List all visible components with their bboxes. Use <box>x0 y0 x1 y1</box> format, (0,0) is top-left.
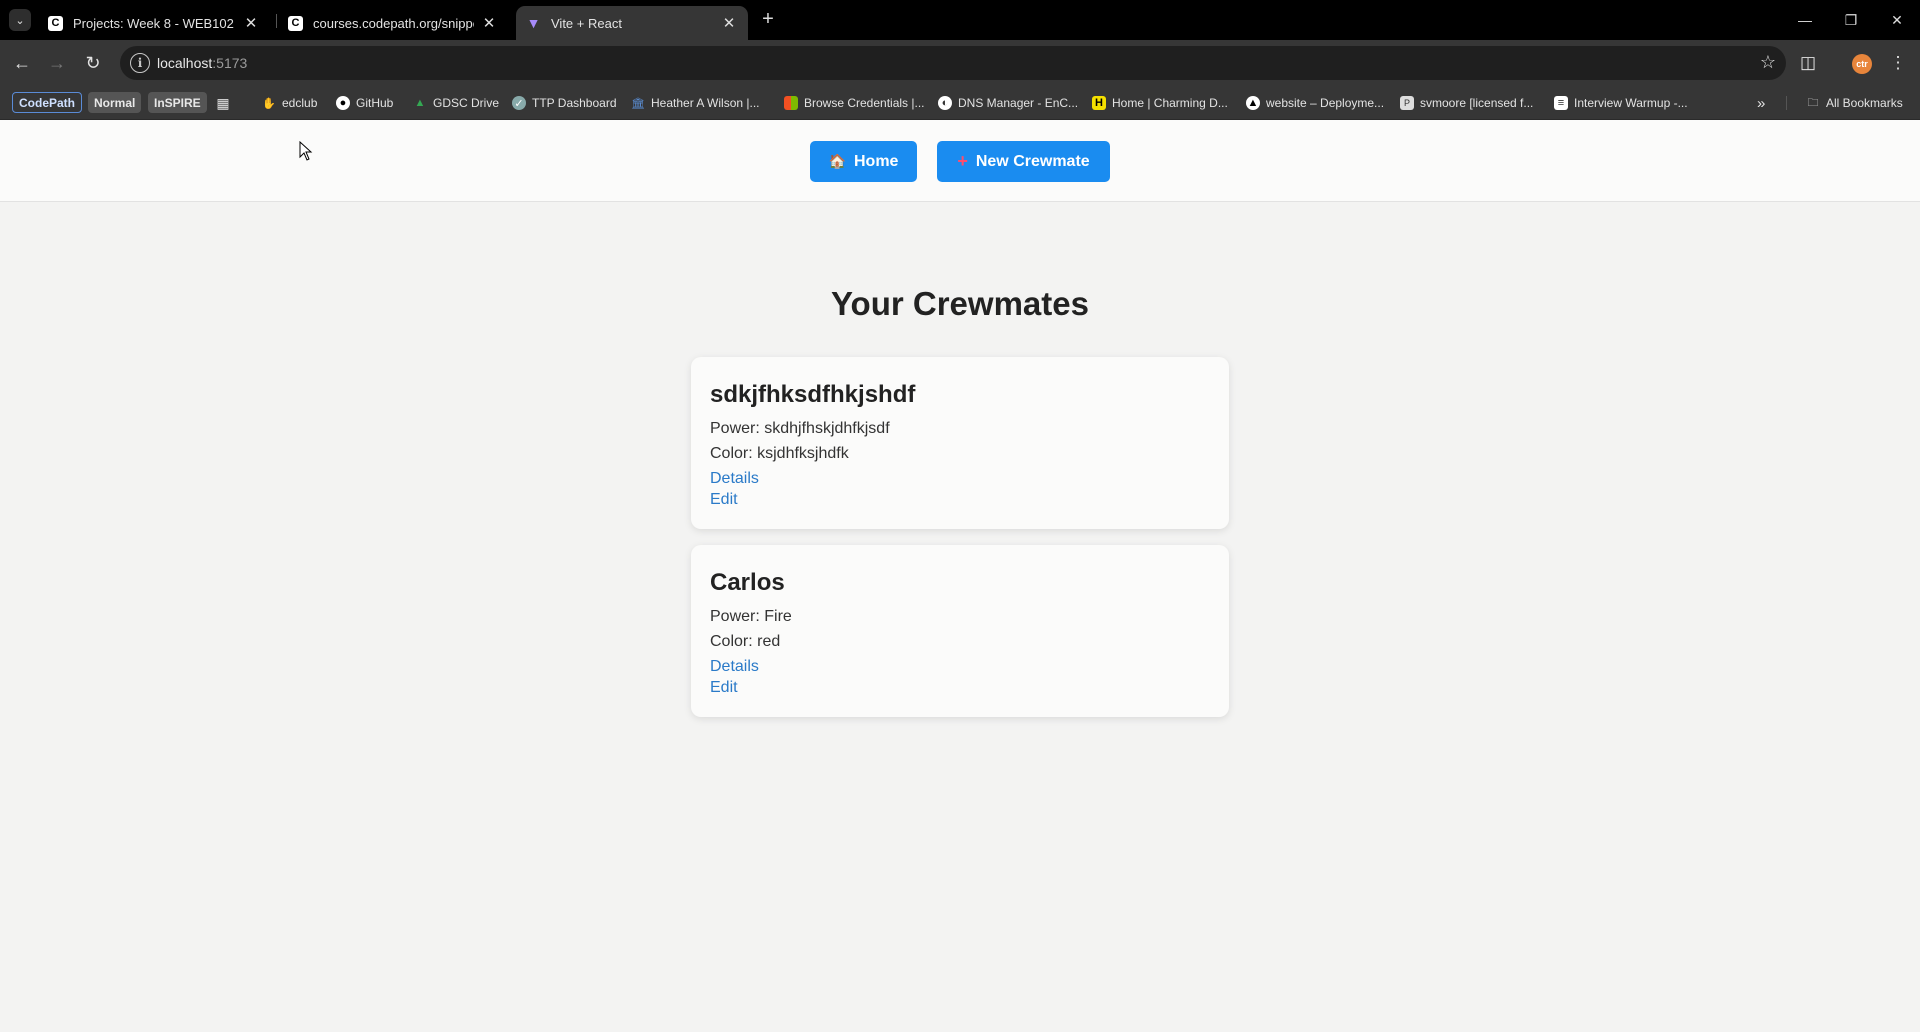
extensions-icon[interactable]: ◫ <box>1794 49 1822 77</box>
codepath-favicon-icon: C <box>48 15 63 31</box>
page-title: Your Crewmates <box>831 285 1089 322</box>
bookmark-label: svmoore [licensed f... <box>1420 96 1534 110</box>
new-crewmate-button[interactable]: + New Crewmate <box>937 141 1110 182</box>
address-bar[interactable]: i localhost:5173 ☆ <box>120 46 1786 80</box>
crewmate-name: sdkjfhksdfhkjshdf <box>710 381 916 408</box>
house-icon: 🏠 <box>828 153 846 169</box>
bookmark-gdsc-drive[interactable]: ▲ GDSC Drive <box>413 92 499 114</box>
bookmark-edclub[interactable]: ✋ edclub <box>262 92 317 114</box>
mouse-cursor-icon <box>299 141 313 161</box>
details-link[interactable]: Details <box>710 658 759 676</box>
details-link[interactable]: Details <box>710 470 759 488</box>
back-arrow-icon[interactable]: ← <box>8 49 36 77</box>
bookmark-star-icon[interactable]: ☆ <box>1760 52 1776 73</box>
plus-icon: + <box>957 151 968 171</box>
bookmark-divider <box>1786 96 1787 110</box>
site-info-icon[interactable]: i <box>130 53 150 73</box>
crewmate-color: Color: red <box>710 633 781 650</box>
bookmark-label: website – Deployme... <box>1266 96 1385 110</box>
bookmark-label: Home | Charming D... <box>1112 96 1228 110</box>
charming-icon: H <box>1092 96 1106 110</box>
app-navbar: 🏠 Home + New Crewmate <box>0 120 1920 202</box>
bookmark-label: GDSC Drive <box>433 96 500 110</box>
close-icon[interactable]: ✕ <box>242 14 260 32</box>
folder-icon: 🗀 <box>1807 96 1819 109</box>
microsoft-icon <box>784 96 798 110</box>
bookmark-all-bookmarks[interactable]: 🗀 All Bookmarks <box>1806 92 1903 114</box>
bookmark-label: Browse Credentials |... <box>804 96 925 110</box>
url-host: localhost <box>157 55 213 71</box>
vite-favicon-icon: ▼ <box>526 15 541 31</box>
bookmark-browse-credentials[interactable]: Browse Credentials |... <box>784 92 925 114</box>
bookmark-label: DNS Manager - EnC... <box>958 96 1079 110</box>
pdf-icon: P <box>1400 96 1414 110</box>
bookmark-codepath[interactable]: CodePath <box>12 92 83 113</box>
new-tab-icon[interactable]: + <box>757 8 779 30</box>
tab-vite-react[interactable]: ▼ Vite + React ✕ <box>516 6 748 40</box>
hand-icon: ✋ <box>262 97 276 110</box>
tab-search-icon[interactable]: ⌄ <box>9 9 31 31</box>
tab-title: Vite + React <box>551 15 622 31</box>
window-close-icon[interactable]: ✕ <box>1874 0 1920 40</box>
bookmark-svmoore[interactable]: Psvmoore [licensed f... <box>1400 92 1533 114</box>
new-crewmate-button-label: New Crewmate <box>975 152 1090 170</box>
bookmark-label: Interview Warmup -... <box>1574 96 1688 110</box>
crewmate-power: Power: Fire <box>710 608 792 625</box>
forward-arrow-icon[interactable]: → <box>43 49 71 77</box>
tab-projects-week8[interactable]: C Projects: Week 8 - WEB102 | Int ✕ <box>38 6 270 40</box>
url-port: :5173 <box>212 55 248 71</box>
warmup-icon: ≡ <box>1554 96 1568 110</box>
tab-codepath-snippets[interactable]: C courses.codepath.org/snippets/ ✕ <box>278 6 508 40</box>
tab-divider <box>276 14 277 28</box>
crewmate-card: Carlos Power: Fire Color: red Details Ed… <box>691 545 1229 717</box>
bookmark-website-deployment[interactable]: ▲ website – Deployme... <box>1246 92 1384 114</box>
bookmarks-bar: CodePath Normal InSPIRE ▦ ✋ edclub ● GitHu… <box>0 86 1920 196</box>
tab-strip: ⌄ C Projects: Week 8 - WEB102 | Int ✕ C … <box>0 0 1920 40</box>
bookmark-label: TTP Dashboard <box>532 96 617 110</box>
menu-kebab-icon[interactable]: ⋮ <box>1884 49 1912 77</box>
bookmark-label: GitHub <box>356 96 394 110</box>
bookmark-label: All Bookmarks <box>1826 96 1903 110</box>
edit-link[interactable]: Edit <box>710 491 738 509</box>
github-icon: ● <box>336 96 350 110</box>
profile-avatar[interactable]: ctr <box>1852 54 1872 74</box>
close-icon[interactable]: ✕ <box>720 14 738 32</box>
vercel-icon: ▲ <box>1246 96 1260 110</box>
bookmark-heather-wilson[interactable]: 🏛 Heather A Wilson |... <box>631 92 760 114</box>
reload-icon[interactable]: ↻ <box>79 49 107 77</box>
home-button-label: Home <box>853 152 899 170</box>
bookmark-label: Heather A Wilson |... <box>651 96 760 110</box>
bookmark-label: edclub <box>282 96 318 110</box>
ttp-icon: ✓ <box>512 96 526 110</box>
codepath-favicon-icon: C <box>288 15 303 31</box>
more-bookmarks-icon[interactable]: » <box>1757 92 1765 114</box>
bookmark-interview-warmup[interactable]: ≡ Interview Warmup -... <box>1554 92 1688 114</box>
home-button[interactable]: 🏠 Home <box>810 141 917 182</box>
tab-title: Projects: Week 8 - WEB102 | Int <box>73 15 236 31</box>
drive-icon: ▲ <box>414 97 426 109</box>
restore-icon[interactable]: ❐ <box>1828 0 1874 40</box>
bookmark-charming-d[interactable]: H Home | Charming D... <box>1092 92 1228 114</box>
address-url[interactable]: localhost:5173 <box>157 55 247 71</box>
browser-toolbar: ← → ↻ i localhost:5173 ☆ ◫ ctr ⋮ <box>0 40 1920 86</box>
crewmate-card: sdkjfhksdfhkjshdf Power: skdhjfhskjdhfkj… <box>691 357 1229 529</box>
apps-grid-icon[interactable]: ▦ <box>216 92 236 114</box>
crewmate-power: Power: skdhjfhskjdhfkjsdf <box>710 420 890 437</box>
edit-link[interactable]: Edit <box>710 679 738 697</box>
bookmark-dns-manager[interactable]: ◐ DNS Manager - EnC... <box>938 92 1078 114</box>
bookmark-ttp-dashboard[interactable]: ✓ TTP Dashboard <box>512 92 617 114</box>
crewmate-name: Carlos <box>710 569 785 596</box>
minimize-icon[interactable]: — <box>1782 0 1828 40</box>
tab-title: courses.codepath.org/snippets/ <box>313 15 474 31</box>
bookmark-inspire[interactable]: InSPIRE <box>148 92 207 113</box>
bookmark-github[interactable]: ● GitHub <box>336 92 393 114</box>
close-icon[interactable]: ✕ <box>480 14 498 32</box>
globe-icon: ◐ <box>938 96 952 110</box>
bookmark-normal[interactable]: Normal <box>88 92 142 113</box>
building-icon: 🏛 <box>631 97 645 110</box>
crewmate-color: Color: ksjdhfksjhdfk <box>710 445 849 462</box>
